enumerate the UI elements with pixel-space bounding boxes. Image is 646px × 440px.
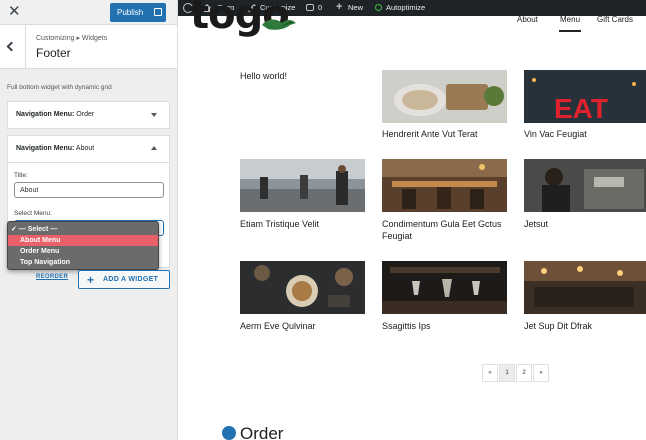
- title-input[interactable]: About: [14, 182, 164, 198]
- post-thumbnail[interactable]: [382, 70, 507, 123]
- section-header: Customizing ▸ Widgets Footer: [0, 25, 177, 69]
- nav-active-indicator: [559, 30, 581, 32]
- breadcrumb: Customizing ▸ Widgets: [36, 35, 108, 42]
- back-button[interactable]: [0, 25, 26, 69]
- post-title[interactable]: Etiam Tristique Velit: [240, 218, 366, 230]
- post-thumbnail[interactable]: [240, 159, 365, 212]
- publish-label: Publish: [117, 8, 144, 17]
- logo-bird-icon: [262, 19, 296, 30]
- post-title[interactable]: Jet Sup Dit Dfrak: [524, 320, 646, 332]
- plus-icon: +: [336, 1, 343, 13]
- post-title[interactable]: Hendrerit Ante Vut Terat: [382, 128, 508, 140]
- pagination-page-1[interactable]: 1: [499, 364, 515, 382]
- section-description: Full bottom widget with dynamic grid: [7, 84, 112, 91]
- post-title[interactable]: Condimentum Gula Eet Gctus Feugiat: [382, 218, 508, 242]
- edit-shortcut-icon[interactable]: [222, 426, 236, 440]
- post-title[interactable]: Ssagittis Ips: [382, 320, 508, 332]
- post-title[interactable]: Jetsut: [524, 218, 646, 230]
- nav-menu[interactable]: Menu: [560, 15, 580, 24]
- caret-up-icon[interactable]: [151, 146, 157, 150]
- option-order-menu[interactable]: Order Menu: [8, 246, 158, 257]
- chevron-left-icon: [6, 41, 17, 52]
- widget-title: Navigation Menu: Order: [16, 111, 95, 118]
- post-thumbnail[interactable]: [240, 261, 365, 314]
- new-link[interactable]: New: [348, 0, 363, 16]
- post-title[interactable]: Vin Vac Feugiat: [524, 128, 646, 140]
- pagination-next[interactable]: »: [533, 364, 549, 382]
- pagination-prev[interactable]: «: [482, 364, 498, 382]
- autoptimize-link[interactable]: Autoptimize: [386, 0, 425, 16]
- nav-about[interactable]: About: [517, 15, 538, 24]
- select-menu-label: Select Menu:: [14, 210, 52, 217]
- option-select[interactable]: ✓ — Select —: [8, 224, 158, 235]
- post-title[interactable]: Hello world!: [240, 70, 366, 82]
- post-thumbnail[interactable]: [524, 261, 646, 314]
- post-thumbnail[interactable]: [524, 159, 646, 212]
- select-menu-dropdown[interactable]: ✓ — Select — About Menu Order Menu Top N…: [7, 221, 159, 270]
- reorder-link[interactable]: REORDER: [36, 274, 68, 280]
- widget-header[interactable]: Navigation Menu: About: [8, 136, 169, 162]
- customizer-panel: ✕ Publish Customizing ▸ Widgets Footer F…: [0, 0, 178, 440]
- post-title[interactable]: Aerm Eve Qulvinar: [240, 320, 366, 332]
- pagination-page-2[interactable]: 2: [516, 364, 532, 382]
- widget-title: Navigation Menu: About: [16, 145, 95, 152]
- post-thumbnail[interactable]: [382, 159, 507, 212]
- post-thumbnail[interactable]: [382, 261, 507, 314]
- comment-icon[interactable]: [306, 4, 314, 11]
- widget-header[interactable]: Navigation Menu: Order: [8, 102, 169, 128]
- option-about-menu[interactable]: About Menu: [8, 235, 158, 246]
- close-icon[interactable]: ✕: [8, 3, 21, 21]
- caret-down-icon[interactable]: [151, 113, 157, 117]
- svg-text:EAT: EAT: [554, 93, 608, 123]
- option-top-navigation[interactable]: Top Navigation: [8, 257, 158, 268]
- order-heading: Order: [240, 424, 284, 440]
- title-label: Title:: [14, 172, 28, 179]
- nav-gift-cards[interactable]: Gift Cards: [597, 15, 633, 24]
- plus-icon: +: [87, 273, 95, 287]
- customizer-header: ✕ Publish: [0, 0, 177, 25]
- section-title: Footer: [36, 46, 71, 60]
- widget-navigation-order[interactable]: Navigation Menu: Order: [7, 101, 170, 129]
- post-thumbnail[interactable]: EAT: [524, 70, 646, 123]
- settings-icon[interactable]: [154, 8, 162, 16]
- comments-count[interactable]: 0: [318, 0, 322, 16]
- status-circle-icon: [375, 4, 382, 11]
- publish-button[interactable]: Publish: [110, 3, 166, 22]
- add-widget-button[interactable]: + ADD A WIDGET: [78, 270, 170, 289]
- add-widget-label: ADD A WIDGET: [103, 276, 159, 283]
